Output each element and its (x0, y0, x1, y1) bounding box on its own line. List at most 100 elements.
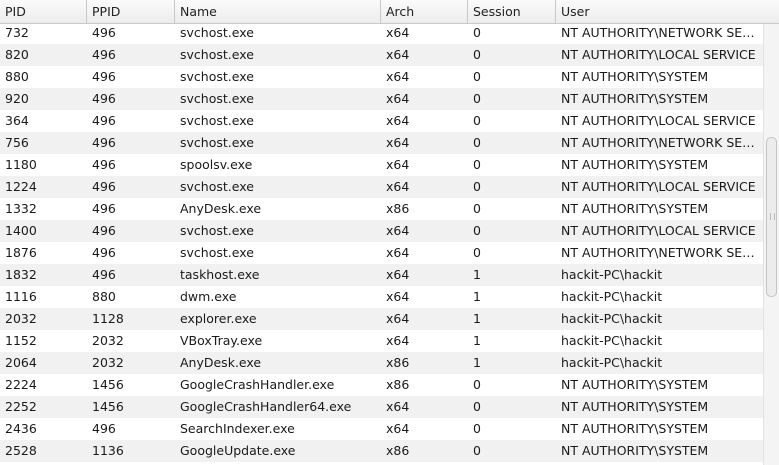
cell-name: svchost.exe (180, 47, 254, 62)
table-row[interactable]: 1180 496 spoolsv.exe x64 0 NT AUTHORITY\SYSTE… (0, 154, 763, 176)
cell-session: 0 (473, 245, 481, 260)
cell-ppid: 496 (92, 25, 116, 40)
table-row[interactable]: 1876 496 svchost.exe x64 0 NT AUTHORITY\NETWO… (0, 242, 763, 264)
cell-session: 0 (473, 223, 481, 238)
table-row[interactable]: 880 496 svchost.exe x64 0 NT AUTHORITY\SYSTEM (0, 66, 763, 88)
cell-session: 0 (473, 157, 481, 172)
cell-arch: x64 (386, 25, 410, 40)
cell-pid: 2224 (5, 377, 37, 392)
cell-arch: x64 (386, 267, 410, 282)
cell-ppid: 496 (92, 69, 116, 84)
table-row[interactable]: 732 496 svchost.exe x64 0 NT AUTHORITY\NETWOR… (0, 22, 763, 44)
cell-session: 0 (473, 91, 481, 106)
cell-user: NT AUTHORITY\NETWORK SERVICE (561, 135, 759, 150)
table-row[interactable]: 2224 1456 GoogleCrashHandler.exe x86 0 NT AUT… (0, 374, 763, 396)
cell-pid: 2252 (5, 399, 37, 414)
cell-name: AnyDesk.exe (180, 201, 262, 216)
cell-arch: x64 (386, 113, 410, 128)
cell-session: 1 (473, 333, 481, 348)
table-row[interactable]: 920 496 svchost.exe x64 0 NT AUTHORITY\SYSTEM (0, 88, 763, 110)
cell-user: NT AUTHORITY\SYSTEM (561, 377, 709, 392)
cell-session: 1 (473, 311, 481, 326)
cell-session: 0 (473, 113, 481, 128)
cell-arch: x64 (386, 157, 410, 172)
column-header-pid[interactable]: PID (0, 0, 87, 23)
cell-user: NT AUTHORITY\LOCAL SERVICE (561, 113, 756, 128)
column-header-session[interactable]: Session (468, 0, 556, 23)
cell-name: AnyDesk.exe (180, 355, 262, 370)
cell-arch: x64 (386, 223, 410, 238)
cell-ppid: 1456 (92, 377, 124, 392)
cell-pid: 920 (5, 91, 29, 106)
table-row[interactable]: 1116 880 dwm.exe x64 1 hackit-PC\hackit (0, 286, 763, 308)
table-row[interactable]: 1832 496 taskhost.exe x64 1 hackit-PC\hackit (0, 264, 763, 286)
table-row[interactable]: 1224 496 svchost.exe x64 0 NT AUTHORITY\LOCAL… (0, 176, 763, 198)
scrollbar-thumb[interactable] (766, 137, 777, 297)
cell-arch: x86 (386, 355, 410, 370)
cell-ppid: 1136 (92, 443, 124, 458)
cell-user: hackit-PC\hackit (561, 333, 663, 348)
table-row[interactable]: 2032 1128 explorer.exe x64 1 hackit-PC\hackit (0, 308, 763, 330)
cell-session: 0 (473, 47, 481, 62)
table-row[interactable]: 1152 2032 VBoxTray.exe x64 1 hackit-PC\hackit (0, 330, 763, 352)
cell-user: NT AUTHORITY\SYSTEM (561, 399, 709, 414)
cell-pid: 756 (5, 135, 29, 150)
cell-arch: x86 (386, 377, 410, 392)
cell-arch: x64 (386, 421, 410, 436)
process-table: 732 496 svchost.exe x64 0 NT AUTHORITY\NETWOR… (0, 0, 779, 465)
cell-ppid: 496 (92, 201, 116, 216)
table-row[interactable]: 2528 1136 GoogleUpdate.exe x86 0 NT AUTHORITY… (0, 440, 763, 462)
cell-name: GoogleCrashHandler.exe (180, 377, 335, 392)
cell-arch: x86 (386, 443, 410, 458)
cell-arch: x64 (386, 47, 410, 62)
cell-pid: 2436 (5, 421, 37, 436)
table-row[interactable]: 756 496 svchost.exe x64 0 NT AUTHORITY\NETWOR… (0, 132, 763, 154)
table-row[interactable]: 2436 496 SearchIndexer.exe x64 0 NT AUTHORITY… (0, 418, 763, 440)
cell-ppid: 2032 (92, 333, 124, 348)
cell-ppid: 496 (92, 245, 116, 260)
cell-pid: 1116 (5, 289, 37, 304)
table-row[interactable]: 2252 1456 GoogleCrashHandler64.exe x64 0 NT A… (0, 396, 763, 418)
column-header-name[interactable]: Name (175, 0, 381, 23)
cell-pid: 2528 (5, 443, 37, 458)
cell-name: taskhost.exe (180, 267, 260, 282)
cell-pid: 1152 (5, 333, 37, 348)
vertical-scrollbar[interactable] (763, 24, 779, 465)
grip-icon (770, 213, 775, 220)
cell-ppid: 496 (92, 223, 116, 238)
cell-name: svchost.exe (180, 91, 254, 106)
cell-arch: x64 (386, 289, 410, 304)
cell-pid: 1224 (5, 179, 37, 194)
cell-name: svchost.exe (180, 135, 254, 150)
cell-name: svchost.exe (180, 223, 254, 238)
cell-ppid: 496 (92, 267, 116, 282)
table-row[interactable]: 1400 496 svchost.exe x64 0 NT AUTHORITY\LOCAL… (0, 220, 763, 242)
cell-arch: x64 (386, 333, 410, 348)
cell-user: NT AUTHORITY\SYSTEM (561, 421, 709, 436)
cell-session: 1 (473, 267, 481, 282)
table-row[interactable]: 820 496 svchost.exe x64 0 NT AUTHORITY\LOCAL … (0, 44, 763, 66)
column-header-arch[interactable]: Arch (381, 0, 468, 23)
cell-name: GoogleUpdate.exe (180, 443, 296, 458)
column-header-user[interactable]: User (556, 0, 779, 23)
cell-pid: 732 (5, 25, 29, 40)
table-row[interactable]: 364 496 svchost.exe x64 0 NT AUTHORITY\LOCAL … (0, 110, 763, 132)
cell-pid: 1832 (5, 267, 37, 282)
cell-name: svchost.exe (180, 245, 254, 260)
cell-arch: x64 (386, 91, 410, 106)
cell-user: hackit-PC\hackit (561, 289, 663, 304)
cell-name: SearchIndexer.exe (180, 421, 295, 436)
table-row[interactable]: 1332 496 AnyDesk.exe x86 0 NT AUTHORITY\SYSTE… (0, 198, 763, 220)
cell-arch: x64 (386, 69, 410, 84)
cell-session: 0 (473, 69, 481, 84)
cell-user: NT AUTHORITY\SYSTEM (561, 443, 709, 458)
table-row[interactable]: 2064 2032 AnyDesk.exe x86 1 hackit-PC\hackit (0, 352, 763, 374)
cell-ppid: 496 (92, 135, 116, 150)
column-header-ppid[interactable]: PPID (87, 0, 175, 23)
cell-user: hackit-PC\hackit (561, 355, 663, 370)
cell-user: NT AUTHORITY\SYSTEM (561, 69, 709, 84)
cell-session: 0 (473, 135, 481, 150)
cell-ppid: 1128 (92, 311, 124, 326)
cell-name: svchost.exe (180, 179, 254, 194)
cell-pid: 1180 (5, 157, 37, 172)
